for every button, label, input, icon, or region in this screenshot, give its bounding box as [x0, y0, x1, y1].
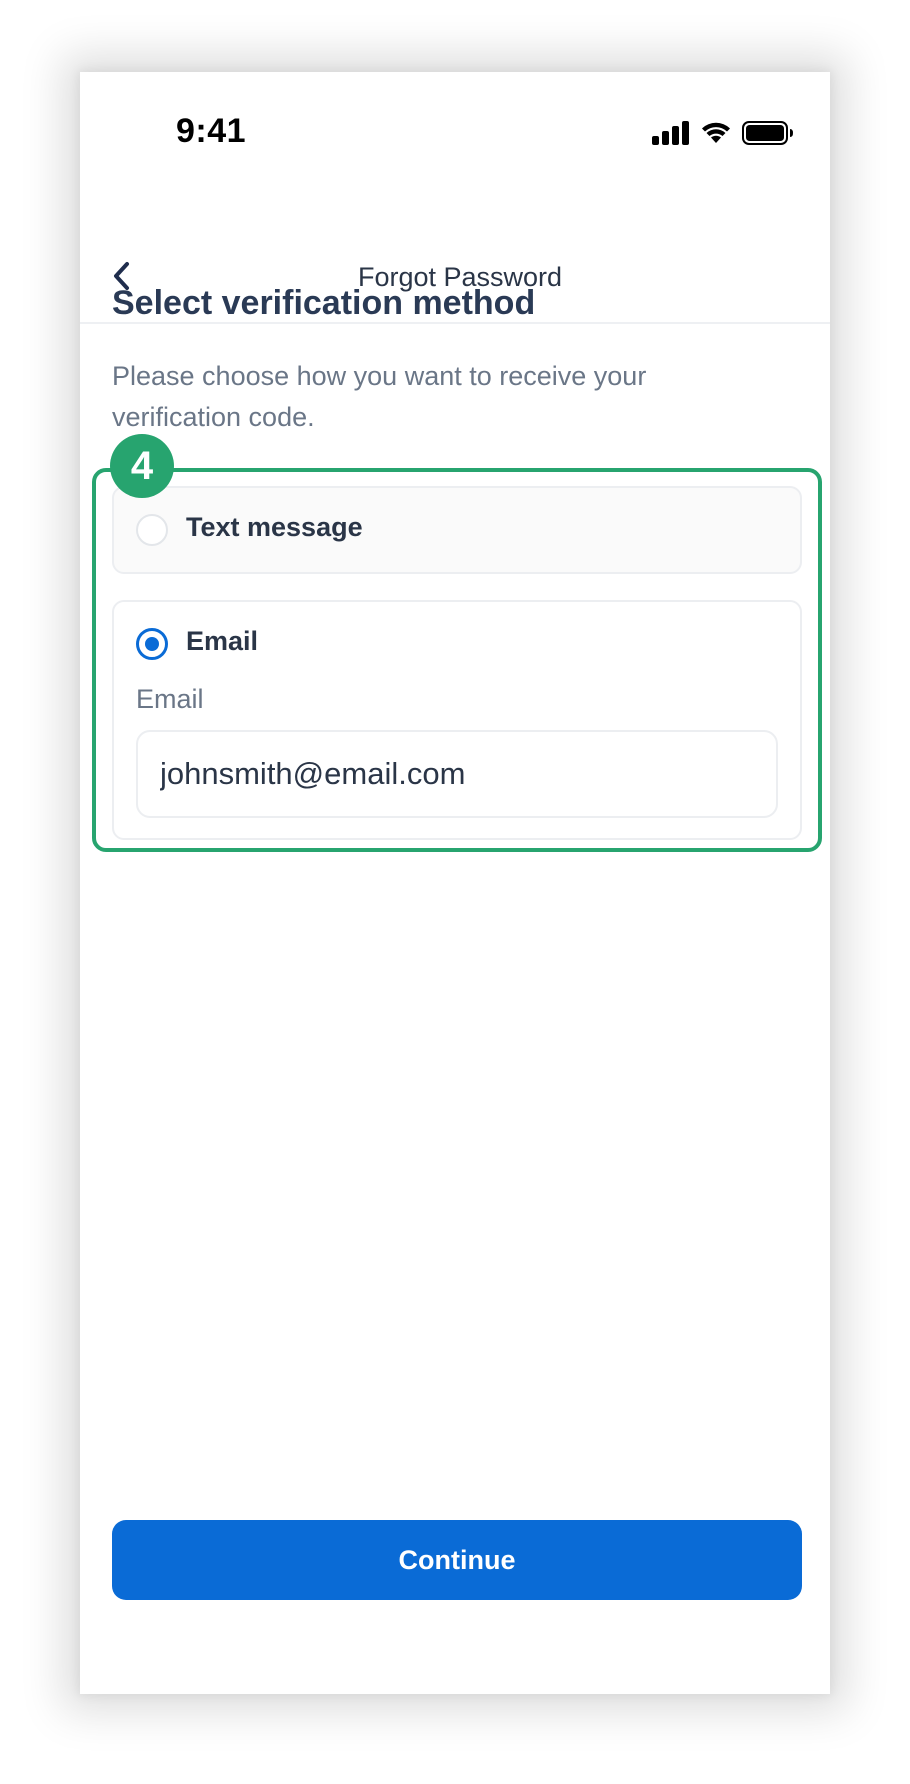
battery-icon	[742, 120, 794, 146]
status-bar: 9:41	[80, 72, 830, 182]
section-heading: Select verification method	[112, 284, 536, 322]
cellular-signal-icon	[652, 121, 690, 145]
step-badge: 4	[110, 434, 174, 498]
continue-button[interactable]: Continue	[112, 1520, 802, 1600]
status-icons	[652, 118, 794, 148]
section-description: Please choose how you want to receive yo…	[112, 361, 647, 432]
screenshot-stage: 9:41 Forgot Password Select verification…	[0, 0, 910, 1784]
status-time: 9:41	[176, 112, 247, 150]
annotation-highlight	[92, 468, 822, 852]
wifi-icon	[700, 121, 732, 145]
phone-screen: 9:41 Forgot Password Select verification…	[80, 72, 830, 1694]
